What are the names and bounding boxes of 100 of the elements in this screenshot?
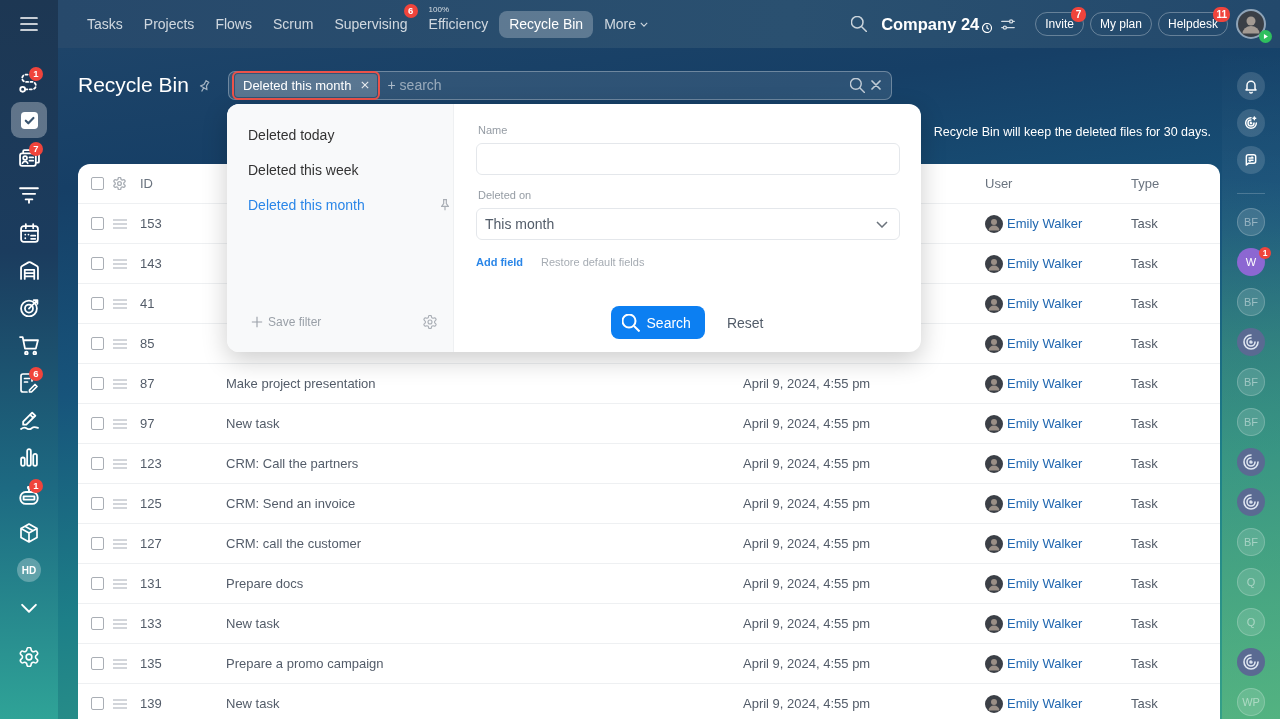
sidebar-item[interactable]: 7: [11, 139, 47, 176]
pin-icon[interactable]: [441, 198, 449, 211]
drag-handle-icon[interactable]: [113, 498, 127, 509]
chat-swirl-icon[interactable]: [1237, 327, 1265, 356]
drag-handle-icon[interactable]: [113, 338, 127, 349]
row-checkbox[interactable]: [91, 297, 104, 310]
user-link[interactable]: Emily Walker: [1007, 496, 1083, 511]
settings-icon[interactable]: [423, 315, 437, 329]
select-all-checkbox[interactable]: [91, 177, 104, 190]
search-bar[interactable]: Deleted this month + search: [228, 70, 892, 100]
add-field-link[interactable]: Add field: [476, 256, 524, 268]
drag-handle-icon[interactable]: [113, 698, 127, 709]
drag-handle-icon[interactable]: [113, 458, 127, 469]
chat-arrows-icon[interactable]: [1237, 146, 1265, 174]
type-cell-text: Task: [1131, 336, 1159, 351]
nav-tab[interactable]: Flows: [205, 10, 262, 38]
chat-swirl-icon[interactable]: [1237, 487, 1265, 516]
column-header[interactable]: User: [985, 176, 1131, 191]
row-checkbox[interactable]: [91, 217, 104, 230]
search-button[interactable]: Search: [610, 306, 705, 339]
type-cell-text: Task: [1131, 496, 1159, 511]
user-link[interactable]: Emily Walker: [1007, 576, 1083, 591]
cart-icon: [19, 335, 39, 355]
user-link[interactable]: Emily Walker: [1007, 616, 1083, 631]
nav-tab[interactable]: Recycle Bin: [499, 10, 594, 38]
dropdown-field[interactable]: This month: [476, 208, 900, 240]
filter-preset[interactable]: Deleted this month: [227, 187, 453, 222]
drag-handle-icon[interactable]: [113, 538, 127, 549]
drag-handle-icon[interactable]: [113, 618, 127, 629]
settings-icon[interactable]: [113, 177, 126, 190]
name-cell-text: CRM: Call the partners: [226, 456, 360, 471]
row-checkbox[interactable]: [91, 417, 104, 430]
user-link[interactable]: Emily Walker: [1007, 336, 1083, 351]
date-cell-text: April 9, 2024, 4:55 pm: [743, 616, 872, 631]
close-icon[interactable]: [361, 81, 370, 89]
user-link[interactable]: Emily Walker: [1007, 296, 1083, 311]
sidebar-item[interactable]: [11, 102, 47, 139]
search-icon[interactable]: [851, 16, 868, 32]
close-icon[interactable]: [871, 80, 881, 90]
drag-handle-icon[interactable]: [113, 298, 127, 309]
drag-handle-icon[interactable]: [113, 658, 127, 669]
row-checkbox[interactable]: [91, 657, 104, 670]
filter-preset[interactable]: Deleted this week: [227, 152, 453, 187]
name-cell-text: CRM: Send an invoice: [226, 496, 357, 511]
user-link[interactable]: Emily Walker: [1007, 536, 1083, 551]
name-cell-text: Prepare a promo campaign: [226, 656, 385, 671]
sidebar-item[interactable]: 6: [11, 364, 47, 401]
row-checkbox[interactable]: [91, 577, 104, 590]
notification-badge: 1: [1259, 246, 1271, 259]
menu-icon[interactable]: [20, 17, 38, 31]
user-avatar: [985, 414, 1003, 433]
row-checkbox[interactable]: [91, 257, 104, 270]
filter-chip[interactable]: Deleted this month: [235, 73, 378, 97]
nav-tab[interactable]: Projects: [133, 10, 205, 38]
nav-tab[interactable]: More: [594, 10, 659, 38]
user-link[interactable]: Emily Walker: [1007, 376, 1083, 391]
chat-swirl-icon[interactable]: [1237, 647, 1265, 676]
nav-tab[interactable]: Tasks: [77, 10, 133, 38]
user-avatar[interactable]: [1236, 9, 1266, 39]
chat-swirl-icon[interactable]: [1237, 447, 1265, 476]
row-checkbox[interactable]: [91, 377, 104, 390]
name-field[interactable]: [476, 143, 900, 175]
drag-handle-icon[interactable]: [113, 218, 127, 229]
drag-handle-icon[interactable]: [113, 578, 127, 589]
user-link[interactable]: Emily Walker: [1007, 456, 1083, 471]
company-name[interactable]: Company 24: [881, 14, 980, 34]
row-checkbox[interactable]: [91, 697, 104, 710]
column-header[interactable]: Type: [1131, 176, 1220, 191]
user-link[interactable]: Emily Walker: [1007, 256, 1083, 271]
row-checkbox[interactable]: [91, 457, 104, 470]
search-icon[interactable]: [850, 77, 865, 93]
drag-handle-icon[interactable]: [113, 378, 127, 389]
row-checkbox[interactable]: [91, 617, 104, 630]
sidebar-item[interactable]: 1: [11, 477, 47, 514]
drag-handle-icon[interactable]: [113, 418, 127, 429]
type-cell-text: Task: [1131, 296, 1159, 311]
row-checkbox[interactable]: [91, 537, 104, 550]
nav-tab[interactable]: Scrum: [262, 10, 324, 38]
notification-badge: 7: [29, 141, 43, 156]
bell-icon[interactable]: [1237, 72, 1265, 100]
user-link[interactable]: Emily Walker: [1007, 656, 1083, 671]
column-header[interactable]: ID: [140, 176, 226, 191]
row-checkbox[interactable]: [91, 337, 104, 350]
notification-badge: 6: [29, 366, 43, 381]
row-checkbox[interactable]: [91, 497, 104, 510]
user-link[interactable]: Emily Walker: [1007, 416, 1083, 431]
user-link[interactable]: Emily Walker: [1007, 216, 1083, 231]
spiral-icon[interactable]: [1237, 109, 1265, 137]
drag-handle-icon[interactable]: [113, 258, 127, 269]
chevron-down-icon[interactable]: [21, 602, 37, 613]
sidebar-item[interactable]: 1: [11, 64, 47, 101]
sliders-icon[interactable]: [1001, 18, 1016, 30]
chevron-down-icon: [876, 220, 888, 228]
id-cell-text: 87: [140, 376, 156, 391]
filter-preset[interactable]: Deleted today: [227, 117, 453, 152]
user-link[interactable]: Emily Walker: [1007, 696, 1083, 711]
task-check-icon: [20, 111, 38, 129]
date-cell-text: April 9, 2024, 4:55 pm: [743, 656, 872, 671]
reset-button[interactable]: Reset: [714, 308, 776, 337]
user-avatar: [985, 254, 1003, 273]
